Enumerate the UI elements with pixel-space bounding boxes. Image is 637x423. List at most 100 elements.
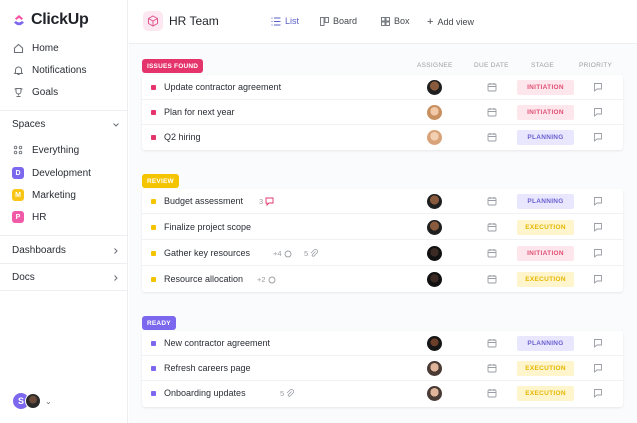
status-bullet[interactable] bbox=[151, 225, 156, 230]
status-bullet[interactable] bbox=[151, 341, 156, 346]
flag-icon[interactable] bbox=[593, 274, 603, 287]
avatar[interactable] bbox=[427, 246, 442, 261]
attachment-count[interactable]: 5 bbox=[304, 249, 319, 258]
stage-badge[interactable]: PLANNING bbox=[517, 130, 574, 145]
column-header-priority[interactable]: PRIORITY bbox=[579, 62, 612, 69]
tab-list[interactable]: List bbox=[271, 16, 299, 26]
flag-icon[interactable] bbox=[593, 248, 603, 261]
flag-icon[interactable] bbox=[593, 82, 603, 95]
calendar-icon[interactable] bbox=[487, 363, 497, 376]
subtask-count[interactable]: +2 bbox=[257, 275, 276, 284]
avatar[interactable] bbox=[427, 80, 442, 95]
group-label-review[interactable]: REVIEW bbox=[142, 174, 179, 188]
table-row[interactable]: Refresh careers page EXECUTION bbox=[142, 356, 623, 381]
table-row[interactable]: Update contractor agreement INITIATION bbox=[142, 75, 623, 100]
calendar-icon[interactable] bbox=[487, 222, 497, 235]
stage-badge[interactable]: EXECUTION bbox=[517, 361, 574, 376]
task-name[interactable]: Finalize project scope bbox=[164, 222, 251, 232]
flag-icon[interactable] bbox=[593, 363, 603, 376]
task-name[interactable]: Onboarding updates bbox=[164, 388, 246, 398]
table-row[interactable]: Gather key resources +4 5 INITIATION bbox=[142, 241, 623, 266]
table-row[interactable]: Plan for next year INITIATION bbox=[142, 100, 623, 125]
column-header-stage[interactable]: STAGE bbox=[531, 62, 554, 69]
clickup-logo[interactable]: ClickUp bbox=[12, 11, 89, 29]
task-name[interactable]: Update contractor agreement bbox=[164, 82, 281, 92]
stage-badge[interactable]: EXECUTION bbox=[517, 220, 574, 235]
avatar[interactable] bbox=[427, 105, 442, 120]
spaces-header[interactable]: Spaces bbox=[12, 119, 120, 130]
stage-badge[interactable]: PLANNING bbox=[517, 194, 574, 209]
avatar[interactable] bbox=[427, 272, 442, 287]
stage-badge[interactable]: INITIATION bbox=[517, 246, 574, 261]
stage-badge[interactable]: EXECUTION bbox=[517, 272, 574, 287]
flag-icon[interactable] bbox=[593, 107, 603, 120]
status-bullet[interactable] bbox=[151, 110, 156, 115]
sidebar-item-home[interactable]: Home bbox=[12, 42, 59, 54]
page-title: HR Team bbox=[169, 14, 219, 28]
task-name[interactable]: Resource allocation bbox=[164, 274, 243, 284]
avatar[interactable] bbox=[427, 220, 442, 235]
status-bullet[interactable] bbox=[151, 366, 156, 371]
flag-icon[interactable] bbox=[593, 196, 603, 209]
task-name[interactable]: Q2 hiring bbox=[164, 132, 201, 142]
task-name[interactable]: New contractor agreement bbox=[164, 338, 270, 348]
sidebar-space-hr[interactable]: P HR bbox=[12, 211, 46, 223]
sidebar-space-marketing[interactable]: M Marketing bbox=[12, 189, 76, 201]
task-name[interactable]: Budget assessment bbox=[164, 196, 243, 206]
status-bullet[interactable] bbox=[151, 199, 156, 204]
user-profile[interactable]: S ⌄ bbox=[12, 392, 52, 410]
avatar[interactable] bbox=[427, 336, 442, 351]
flag-icon[interactable] bbox=[593, 388, 603, 401]
table-row[interactable]: Budget assessment 3 PLANNING bbox=[142, 189, 623, 214]
sidebar-space-development[interactable]: D Development bbox=[12, 167, 91, 179]
comment-count[interactable]: 3 bbox=[259, 197, 274, 206]
attachment-count[interactable]: 5 bbox=[280, 389, 295, 398]
sidebar-item-dashboards[interactable]: Dashboards bbox=[12, 245, 120, 256]
sidebar-item-notifications[interactable]: Notifications bbox=[12, 64, 86, 76]
calendar-icon[interactable] bbox=[487, 132, 497, 145]
calendar-icon[interactable] bbox=[487, 388, 497, 401]
column-header-assignee[interactable]: ASSIGNEE bbox=[417, 62, 453, 69]
avatar[interactable] bbox=[427, 386, 442, 401]
calendar-icon[interactable] bbox=[487, 196, 497, 209]
sidebar-item-everything[interactable]: Everything bbox=[12, 144, 79, 156]
task-name[interactable]: Gather key resources bbox=[164, 248, 250, 258]
add-view-button[interactable]: + Add view bbox=[427, 16, 474, 28]
task-name[interactable]: Plan for next year bbox=[164, 107, 235, 117]
status-bullet[interactable] bbox=[151, 135, 156, 140]
status-bullet[interactable] bbox=[151, 277, 156, 282]
calendar-icon[interactable] bbox=[487, 274, 497, 287]
tab-box[interactable]: Box bbox=[381, 16, 410, 26]
stage-badge[interactable]: INITIATION bbox=[517, 105, 574, 120]
table-row[interactable]: Q2 hiring PLANNING bbox=[142, 125, 623, 150]
calendar-icon[interactable] bbox=[487, 82, 497, 95]
group-label-ready[interactable]: READY bbox=[142, 316, 176, 330]
cube-icon bbox=[143, 11, 163, 31]
group-label-issues-found[interactable]: ISSUES FOUND bbox=[142, 59, 204, 73]
avatar[interactable] bbox=[427, 130, 442, 145]
calendar-icon[interactable] bbox=[487, 107, 497, 120]
table-row[interactable]: Onboarding updates 5 EXECUTION bbox=[142, 381, 623, 406]
flag-icon[interactable] bbox=[593, 338, 603, 351]
column-header-due-date[interactable]: DUE DATE bbox=[474, 62, 509, 69]
task-name[interactable]: Refresh careers page bbox=[164, 363, 251, 373]
status-bullet[interactable] bbox=[151, 391, 156, 396]
calendar-icon[interactable] bbox=[487, 338, 497, 351]
stage-badge[interactable]: EXECUTION bbox=[517, 386, 574, 401]
table-row[interactable]: New contractor agreement PLANNING bbox=[142, 331, 623, 356]
sidebar-item-docs[interactable]: Docs bbox=[12, 272, 120, 283]
stage-badge[interactable]: INITIATION bbox=[517, 80, 574, 95]
avatar[interactable] bbox=[427, 194, 442, 209]
flag-icon[interactable] bbox=[593, 132, 603, 145]
flag-icon[interactable] bbox=[593, 222, 603, 235]
stage-badge[interactable]: PLANNING bbox=[517, 336, 574, 351]
sidebar-item-goals[interactable]: Goals bbox=[12, 86, 58, 98]
tab-board[interactable]: Board bbox=[320, 16, 357, 26]
avatar[interactable] bbox=[427, 361, 442, 376]
table-row[interactable]: Resource allocation +2 EXECUTION bbox=[142, 267, 623, 292]
table-row[interactable]: Finalize project scope EXECUTION bbox=[142, 215, 623, 240]
subtask-count[interactable]: +4 bbox=[273, 249, 292, 258]
status-bullet[interactable] bbox=[151, 85, 156, 90]
calendar-icon[interactable] bbox=[487, 248, 497, 261]
status-bullet[interactable] bbox=[151, 251, 156, 256]
